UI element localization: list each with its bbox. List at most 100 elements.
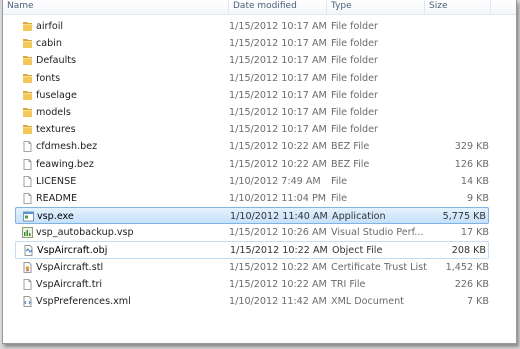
folder-icon [22,21,33,32]
file-row[interactable]: VspAircraft.obj 1/15/2012 10:22 AM Object … [15,241,489,259]
file-list-window: Name Date modified Type Size airfoil 1/15… [2,0,517,344]
xml-icon [22,296,33,307]
file-type: File folder [331,38,378,50]
file-row[interactable]: feawing.bez 1/15/2012 10:22 AM BEZ File 126… [3,156,516,173]
file-row[interactable]: VspAircraft.tri 1/15/2012 10:22 AM TRI Fil… [3,276,516,293]
file-size: 5,775 KB [442,211,486,223]
file-row[interactable]: vsp.exe 1/10/2012 11:40 AM Application 5,77… [15,207,489,225]
file-row[interactable]: cabin 1/15/2012 10:17 AM File folder [3,35,516,52]
file-date-modified: 1/15/2012 10:17 AM [229,55,327,67]
file-size: 14 KB [460,175,489,187]
file-name: VspAircraft.stl [36,261,104,273]
file-type: File folder [331,89,378,101]
folder-icon [22,55,33,66]
file-name: cfdmesh.bez [36,141,98,153]
file-date-modified: 1/15/2012 10:17 AM [229,38,327,50]
file-size: 7 KB [466,296,489,307]
file-list: airfoil 1/15/2012 10:17 AM File folder cabi… [3,18,516,310]
file-row[interactable]: LICENSE 1/10/2012 7:49 AM File 14 KB [3,173,516,190]
document-icon [22,141,33,153]
application-icon [23,211,34,222]
folder-icon [22,38,33,49]
file-date-modified: 1/15/2012 10:17 AM [229,89,327,101]
column-header-type[interactable]: Type [327,0,425,14]
file-type: File folder [331,72,378,84]
file-name: vsp_autobackup.vsp [36,227,134,239]
file-name: VspAircraft.obj [37,245,108,257]
folder-icon [22,73,33,84]
document-icon [22,192,33,204]
file-type: File folder [331,106,378,118]
file-name: VspAircraft.tri [36,278,103,290]
folder-icon [22,90,33,101]
file-date-modified: 1/15/2012 10:22 AM [230,245,328,257]
file-date-modified: 1/15/2012 10:22 AM [229,261,327,273]
file-size: 1,452 KB [445,261,489,273]
file-type: File folder [331,55,378,67]
file-date-modified: 1/15/2012 10:22 AM [229,141,327,153]
file-type: Application [332,211,386,223]
file-type: Visual Studio Perf... [331,227,424,239]
column-header-date-modified[interactable]: Date modified [229,0,327,14]
file-name: feawing.bez [36,158,94,170]
file-row[interactable]: models 1/15/2012 10:17 AM File folder [3,104,516,121]
file-date-modified: 1/15/2012 10:17 AM [229,21,327,32]
file-row[interactable]: fonts 1/15/2012 10:17 AM File folder [3,70,516,87]
file-size: 17 KB [460,227,489,239]
file-row[interactable]: fuselage 1/15/2012 10:17 AM File folder [3,87,516,104]
file-name: VspPreferences.xml [36,296,131,307]
file-name: airfoil [36,21,64,32]
column-header-bar: Name Date modified Type Size [3,0,516,15]
column-header-name[interactable]: Name [3,0,229,14]
file-size: 208 KB [451,245,486,257]
file-size: 9 KB [466,192,489,204]
file-name: fonts [36,72,61,84]
file-name: textures [36,124,76,136]
file-row[interactable]: airfoil 1/15/2012 10:17 AM File folder [3,18,516,35]
file-date-modified: 1/15/2012 10:17 AM [229,106,327,118]
file-date-modified: 1/15/2012 10:22 AM [229,158,327,170]
file-name: README [36,192,78,204]
file-type: BEZ File [331,141,370,153]
file-row[interactable]: VspPreferences.xml 1/10/2012 11:42 AM XML … [3,293,516,310]
file-type: File [331,192,348,204]
file-row[interactable]: textures 1/15/2012 10:17 AM File folder [3,121,516,138]
file-type: File folder [331,124,378,136]
folder-icon [22,124,33,135]
file-date-modified: 1/10/2012 7:49 AM [229,175,321,187]
document-icon [22,175,33,187]
file-name: cabin [36,38,62,50]
document-icon [22,278,33,290]
file-date-modified: 1/15/2012 10:17 AM [229,72,327,84]
file-type: Object File [332,245,383,257]
file-type: File folder [331,21,378,32]
file-type: XML Document [331,296,404,307]
folder-icon [22,107,33,118]
file-date-modified: 1/10/2012 11:42 AM [229,296,327,307]
file-name: LICENSE [36,175,77,187]
file-type: TRI File [331,278,366,290]
file-type: BEZ File [331,158,370,170]
file-date-modified: 1/10/2012 11:40 AM [230,211,328,223]
file-row[interactable]: VspAircraft.stl 1/15/2012 10:22 AM Certifi… [3,259,516,276]
file-name: fuselage [36,89,77,101]
column-header-size[interactable]: Size [425,0,491,14]
file-date-modified: 1/10/2012 11:04 PM [229,192,327,204]
file-row[interactable]: README 1/10/2012 11:04 PM File 9 KB [3,190,516,207]
visual-studio-icon [22,227,33,239]
file-row[interactable]: vsp_autobackup.vsp 1/15/2012 10:26 AM Visu… [3,224,516,241]
file-date-modified: 1/15/2012 10:22 AM [229,278,327,290]
file-size: 329 KB [454,141,489,153]
file-name: vsp.exe [37,211,74,223]
object-file-icon [23,245,34,257]
file-row[interactable]: cfdmesh.bez 1/15/2012 10:22 AM BEZ File 329… [3,138,516,155]
file-date-modified: 1/15/2012 10:17 AM [229,124,327,136]
file-name: Defaults [36,55,77,67]
file-type: Certificate Trust List [331,261,427,273]
file-name: models [36,106,71,118]
certificate-icon [22,261,33,273]
file-row[interactable]: Defaults 1/15/2012 10:17 AM File folder [3,52,516,69]
file-type: File [331,175,348,187]
file-size: 126 KB [454,158,489,170]
document-icon [22,158,33,170]
